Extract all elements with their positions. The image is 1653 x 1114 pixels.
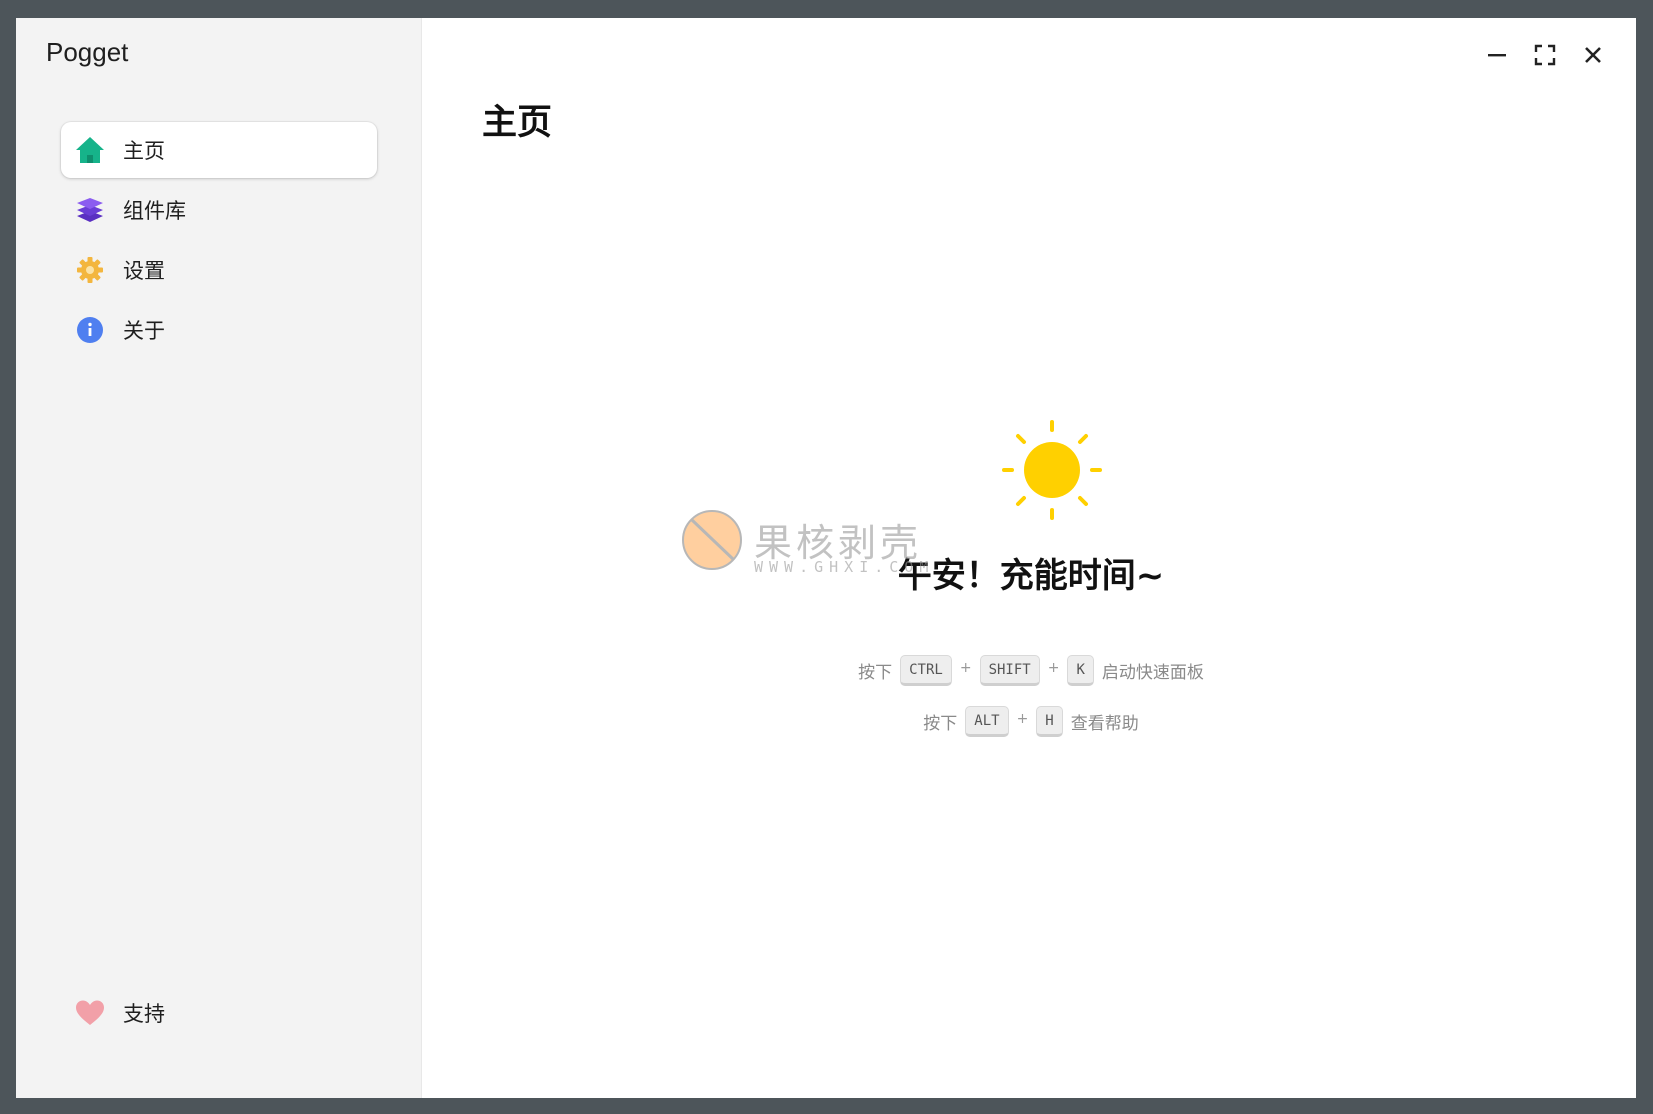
sidebar: Pogget 主页 组件库 设置 关于 支持 — [16, 18, 422, 1098]
window-controls — [1482, 40, 1608, 70]
hint-suffix: 启动快速面板 — [1101, 663, 1204, 683]
app-title: Pogget — [46, 37, 129, 67]
greeting-text: 午安！充能时间~ — [897, 556, 1165, 596]
plus-sign: + — [1016, 710, 1029, 727]
support-link[interactable]: 支持 — [73, 996, 165, 1030]
close-icon[interactable] — [1578, 40, 1608, 70]
key-alt: ALT — [965, 706, 1009, 737]
minimize-icon[interactable] — [1482, 40, 1512, 70]
sidebar-nav: 主页 组件库 设置 关于 — [61, 122, 377, 362]
heart-icon — [73, 996, 107, 1030]
maximize-icon[interactable] — [1530, 40, 1560, 70]
key-shift: SHIFT — [979, 655, 1040, 686]
page-title: 主页 — [482, 103, 553, 143]
sidebar-item-label: 主页 — [123, 139, 165, 163]
plus-sign: + — [959, 659, 972, 676]
main-content: 主页 午安！充能时间~ 按下 CTRL + SHIFT + K 启动快速面板 按… — [422, 18, 1636, 1098]
hint-prefix: 按下 — [923, 714, 958, 734]
sidebar-item-label: 组件库 — [123, 199, 186, 223]
hint-prefix: 按下 — [858, 663, 893, 683]
hint-help: 按下 ALT + H 查看帮助 — [422, 706, 1636, 737]
sidebar-item-about[interactable]: 关于 — [61, 302, 377, 358]
layers-icon — [73, 193, 107, 227]
hint-suffix: 查看帮助 — [1070, 714, 1139, 734]
info-icon — [73, 313, 107, 347]
gear-icon — [73, 253, 107, 287]
hint-quick-panel: 按下 CTRL + SHIFT + K 启动快速面板 — [422, 655, 1636, 686]
sidebar-item-label: 设置 — [123, 259, 165, 283]
sun-icon — [1000, 418, 1104, 526]
key-h: H — [1036, 706, 1063, 737]
sidebar-item-home[interactable]: 主页 — [61, 122, 377, 178]
plus-sign: + — [1047, 659, 1060, 676]
home-icon — [73, 133, 107, 167]
support-label: 支持 — [123, 1002, 165, 1026]
sidebar-item-widgets[interactable]: 组件库 — [61, 182, 377, 238]
key-ctrl: CTRL — [900, 655, 952, 686]
sidebar-item-label: 关于 — [123, 319, 165, 343]
key-k: K — [1067, 655, 1094, 686]
sidebar-item-settings[interactable]: 设置 — [61, 242, 377, 298]
app-window: Pogget 主页 组件库 设置 关于 支持 主页 午安！充能时间~ 按下 CT… — [16, 18, 1636, 1098]
